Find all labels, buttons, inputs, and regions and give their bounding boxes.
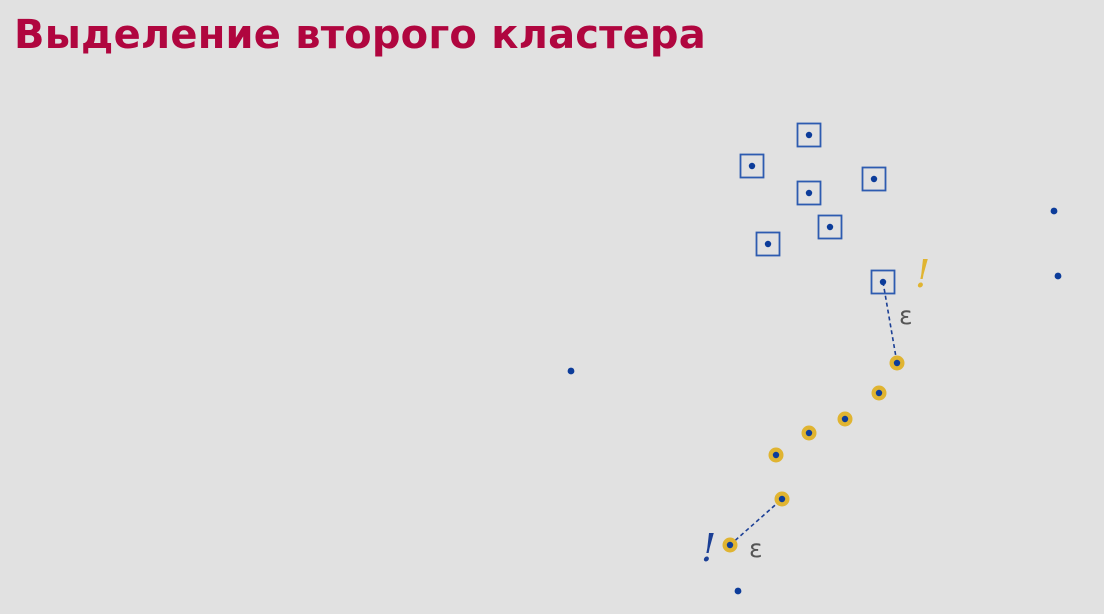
exclamation-blue: ! [701,526,716,570]
border-point [722,537,738,553]
epsilon-label-lower: ε [749,534,763,563]
border-point [871,385,887,401]
core-point [861,166,887,192]
noise-point [567,367,575,375]
core-point [870,269,896,295]
border-point [768,447,784,463]
core-point [796,122,822,148]
core-point [755,231,781,257]
core-point [739,153,765,179]
dbscan-diagram: ε ε ! ! [567,122,1062,595]
core-point [796,180,822,206]
slide: Выделение второго кластера ε ε ! ! [0,0,1104,614]
epsilon-label-upper: ε [899,301,913,330]
noise-point [1054,272,1062,280]
exclamation-yellow: ! [915,252,930,296]
noise-point [734,587,742,595]
noise-point [1050,207,1058,215]
core-point [817,214,843,240]
border-point [889,355,905,371]
border-point [774,491,790,507]
border-point [801,425,817,441]
border-point [837,411,853,427]
